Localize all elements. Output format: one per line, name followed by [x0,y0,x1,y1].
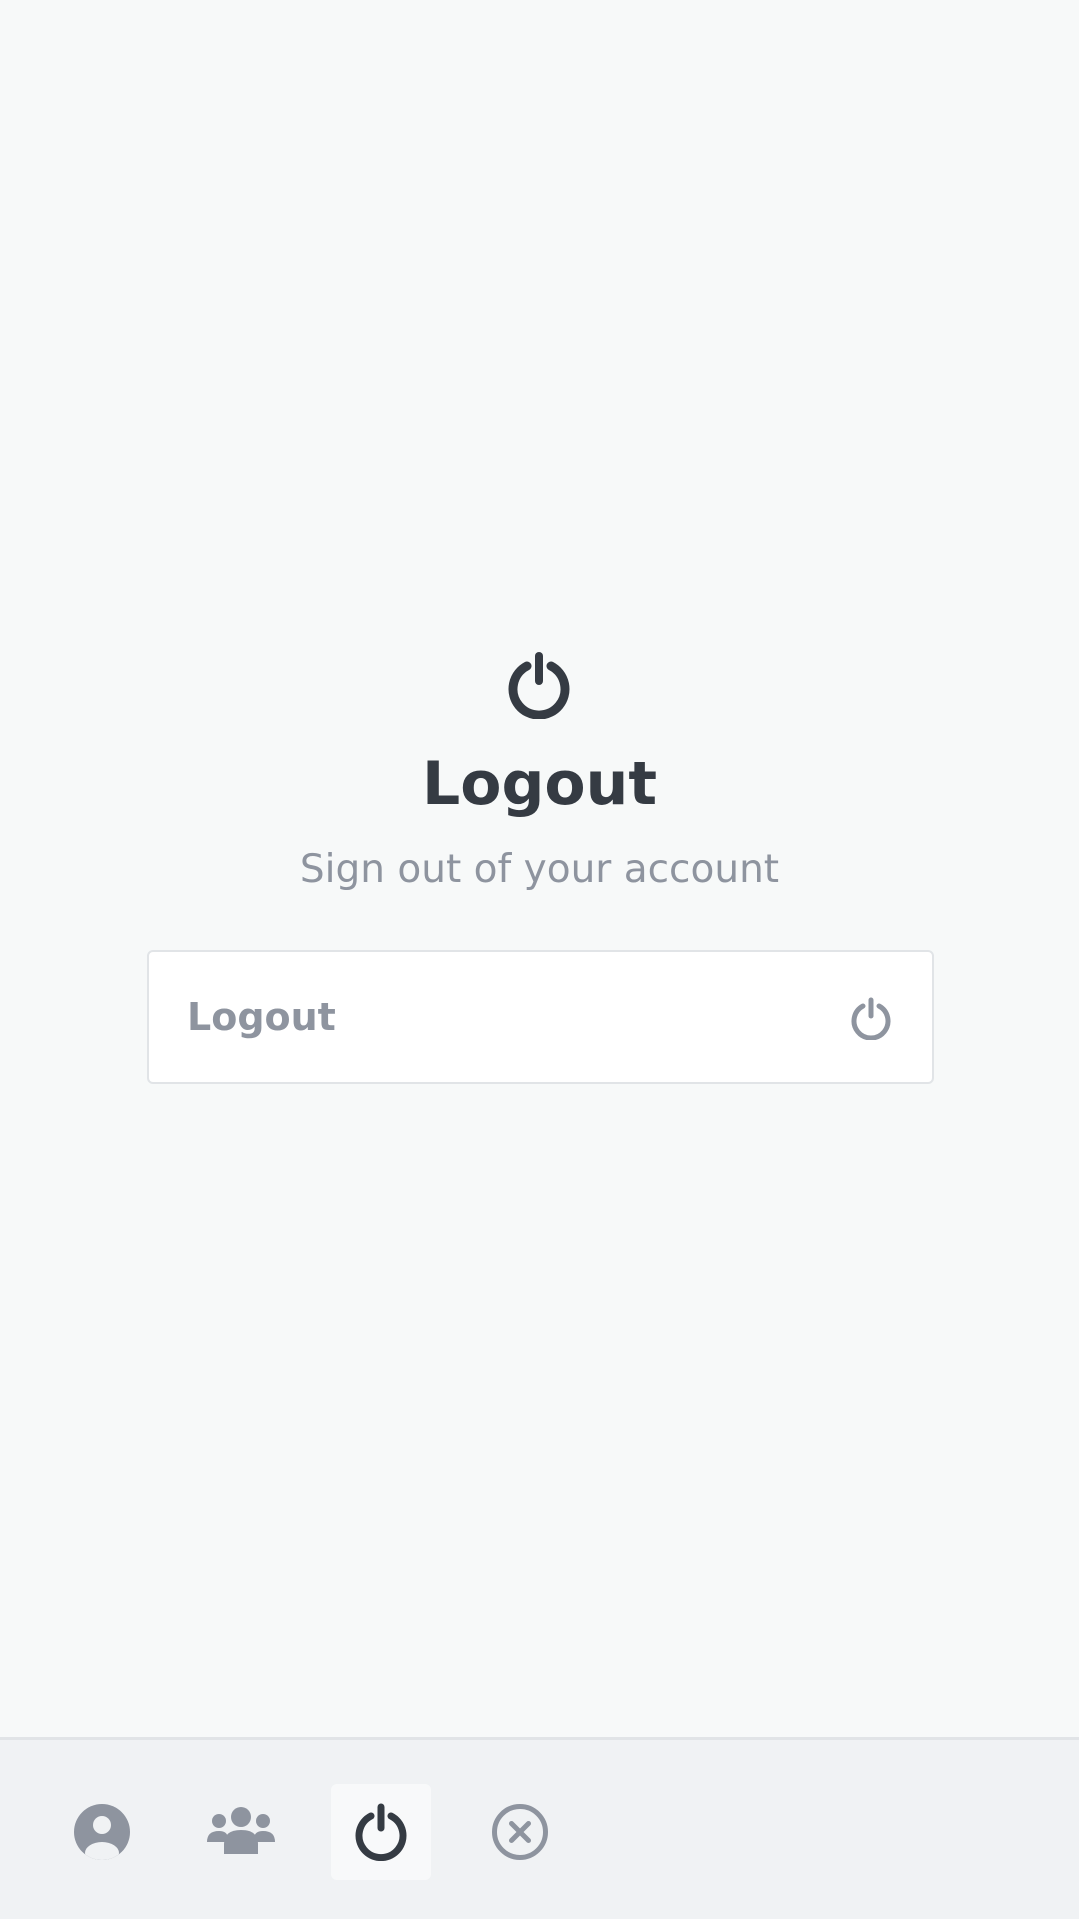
nav-item-users[interactable] [191,1784,291,1880]
logout-button[interactable]: Logout [147,950,934,1084]
power-icon [355,1803,407,1861]
user-circle-icon [74,1804,130,1860]
close-circle-icon [492,1804,548,1860]
nav-item-logout[interactable] [331,1784,431,1880]
logout-button-label: Logout [187,995,336,1039]
bottom-nav-bar [0,1737,1079,1919]
nav-item-profile[interactable] [52,1784,152,1880]
page-title: Logout [421,749,658,819]
users-group-icon [207,1807,275,1854]
page-subtitle: Sign out of your account [299,847,780,892]
nav-item-close[interactable] [470,1784,570,1880]
power-icon [508,652,570,719]
power-icon [851,997,891,1040]
main-content: Logout Sign out of your account Logout [0,0,1079,1737]
